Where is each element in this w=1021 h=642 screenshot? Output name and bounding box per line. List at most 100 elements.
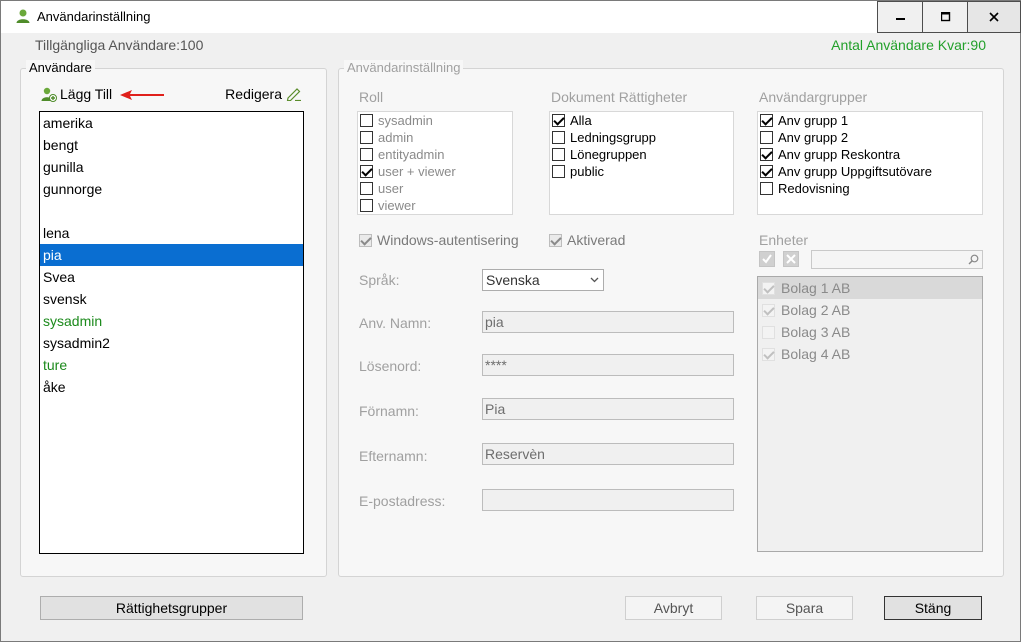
checkbox[interactable] bbox=[552, 131, 565, 144]
windows-auth-checkbox[interactable]: Windows-autentisering bbox=[359, 232, 519, 248]
entity-item[interactable]: Bolag 3 AB bbox=[758, 321, 982, 343]
role-item[interactable]: viewer bbox=[358, 197, 512, 214]
user-list-item[interactable]: sysadmin2 bbox=[40, 332, 303, 354]
checkbox[interactable] bbox=[760, 148, 773, 161]
doc-rights-item-label: Ledningsgrupp bbox=[570, 130, 657, 145]
language-select[interactable]: Svenska bbox=[482, 269, 604, 291]
checkbox[interactable] bbox=[360, 199, 373, 212]
role-list: sysadmin admin entityadmin user + viewer use… bbox=[357, 111, 513, 215]
user-list-item[interactable] bbox=[40, 200, 303, 222]
checkbox[interactable] bbox=[552, 148, 565, 161]
username-label: Anv. Namn: bbox=[359, 315, 432, 331]
edit-user-label: Redigera bbox=[225, 86, 282, 102]
window: Användarinställning Tillgängliga Använda… bbox=[0, 0, 1021, 642]
user-group-item[interactable]: Redovisning bbox=[758, 180, 982, 197]
checkbox[interactable] bbox=[360, 148, 373, 161]
cancel-button[interactable]: Avbryt bbox=[625, 596, 722, 620]
checkbox[interactable] bbox=[760, 114, 773, 127]
user-list-item[interactable]: amerika bbox=[40, 112, 303, 134]
doc-rights-item[interactable]: public bbox=[550, 163, 733, 180]
edit-user-button[interactable]: Redigera bbox=[225, 86, 302, 102]
user-list-item[interactable]: sysadmin bbox=[40, 310, 303, 332]
save-button[interactable]: Spara bbox=[756, 596, 853, 620]
entity-item[interactable]: Bolag 2 AB bbox=[758, 299, 982, 321]
role-item-label: viewer bbox=[378, 198, 416, 213]
doc-rights-item-label: public bbox=[570, 164, 604, 179]
doc-rights-item[interactable]: Alla bbox=[550, 112, 733, 129]
user-list-item[interactable]: Svea bbox=[40, 266, 303, 288]
role-item[interactable]: entityadmin bbox=[358, 146, 512, 163]
password-field[interactable]: **** bbox=[482, 354, 734, 376]
close-window-button[interactable] bbox=[967, 1, 1021, 33]
doc-rights-item-label: Lönegruppen bbox=[570, 147, 647, 162]
checkbox[interactable] bbox=[552, 114, 565, 127]
email-field[interactable] bbox=[482, 489, 734, 511]
role-item[interactable]: sysadmin bbox=[358, 112, 512, 129]
user-group-item[interactable]: Anv grupp Reskontra bbox=[758, 146, 982, 163]
close-button[interactable]: Stäng bbox=[884, 596, 982, 620]
user-list-item[interactable]: åke bbox=[40, 376, 303, 398]
checkbox[interactable] bbox=[762, 281, 775, 295]
last-name-field[interactable]: Reservèn bbox=[482, 443, 734, 465]
users-groupbox-title: Användare bbox=[26, 60, 95, 75]
doc-rights-item[interactable]: Lönegruppen bbox=[550, 146, 733, 163]
role-item[interactable]: user bbox=[358, 180, 512, 197]
user-group-item-label: Anv grupp 1 bbox=[778, 113, 849, 128]
language-value: Svenska bbox=[486, 272, 540, 288]
checkbox[interactable] bbox=[552, 165, 565, 178]
checkbox[interactable] bbox=[360, 182, 373, 195]
user-list-item[interactable]: bengt bbox=[40, 134, 303, 156]
user-group-item-label: Anv grupp Uppgiftsutövare bbox=[778, 164, 932, 179]
maximize-button[interactable] bbox=[922, 1, 969, 33]
entities-search-input[interactable] bbox=[811, 250, 983, 269]
minimize-button[interactable] bbox=[877, 1, 924, 33]
role-label: Roll bbox=[359, 89, 384, 105]
doc-rights-item[interactable]: Ledningsgrupp bbox=[550, 129, 733, 146]
role-item-label: user bbox=[378, 181, 404, 196]
checkbox[interactable] bbox=[760, 182, 773, 195]
checkbox[interactable] bbox=[762, 347, 775, 361]
checkbox[interactable] bbox=[360, 165, 373, 178]
user-list-item[interactable]: svensk bbox=[40, 288, 303, 310]
user-group-item[interactable]: Anv grupp 2 bbox=[758, 129, 982, 146]
activated-checkbox[interactable]: Aktiverad bbox=[549, 232, 625, 248]
user-list[interactable]: amerika bengt gunilla gunnorge lena pia Svea sv… bbox=[39, 111, 304, 554]
add-user-label: Lägg Till bbox=[60, 86, 113, 102]
language-label: Språk: bbox=[359, 272, 400, 288]
windows-auth-box bbox=[359, 233, 372, 247]
checkbox[interactable] bbox=[360, 114, 373, 127]
checkbox[interactable] bbox=[762, 325, 775, 339]
first-name-field[interactable]: Pia bbox=[482, 398, 734, 420]
entities-label: Enheter bbox=[759, 232, 809, 248]
user-list-item[interactable]: gunilla bbox=[40, 156, 303, 178]
doc-rights-label: Dokument Rättigheter bbox=[551, 89, 688, 105]
checkbox[interactable] bbox=[760, 131, 773, 144]
user-group-item[interactable]: Anv grupp Uppgiftsutövare bbox=[758, 163, 982, 180]
activated-box bbox=[549, 233, 562, 247]
checkbox[interactable] bbox=[762, 303, 775, 317]
username-field[interactable]: pia bbox=[482, 311, 734, 333]
role-item[interactable]: admin bbox=[358, 129, 512, 146]
user-list-item[interactable]: ture bbox=[40, 354, 303, 376]
role-item[interactable]: user + viewer bbox=[358, 163, 512, 180]
entity-item[interactable]: Bolag 4 AB bbox=[758, 343, 982, 365]
chevron-down-icon bbox=[590, 277, 599, 283]
permission-groups-button[interactable]: Rättighetsgrupper bbox=[40, 596, 303, 620]
checkbox[interactable] bbox=[360, 131, 373, 144]
user-list-item[interactable]: gunnorge bbox=[40, 178, 303, 200]
checkbox[interactable] bbox=[760, 165, 773, 178]
select-all-icon[interactable] bbox=[759, 251, 775, 267]
clear-all-icon[interactable] bbox=[783, 251, 799, 267]
entity-item-label: Bolag 1 AB bbox=[781, 280, 851, 296]
title-bar: Användarinställning bbox=[1, 1, 1021, 33]
user-group-item[interactable]: Anv grupp 1 bbox=[758, 112, 982, 129]
user-list-item[interactable]: pia bbox=[40, 244, 303, 266]
role-item-label: user + viewer bbox=[378, 164, 456, 179]
entity-item[interactable]: Bolag 1 AB bbox=[758, 277, 982, 299]
entities-list[interactable]: Bolag 1 AB Bolag 2 AB Bolag 3 AB Bolag 4 AB bbox=[757, 276, 983, 552]
user-list-item[interactable]: lena bbox=[40, 222, 303, 244]
maximize-icon bbox=[940, 12, 950, 22]
doc-rights-item-label: Alla bbox=[570, 113, 592, 128]
first-name-label: Förnamn: bbox=[359, 403, 419, 419]
add-user-button[interactable]: Lägg Till bbox=[41, 86, 112, 102]
